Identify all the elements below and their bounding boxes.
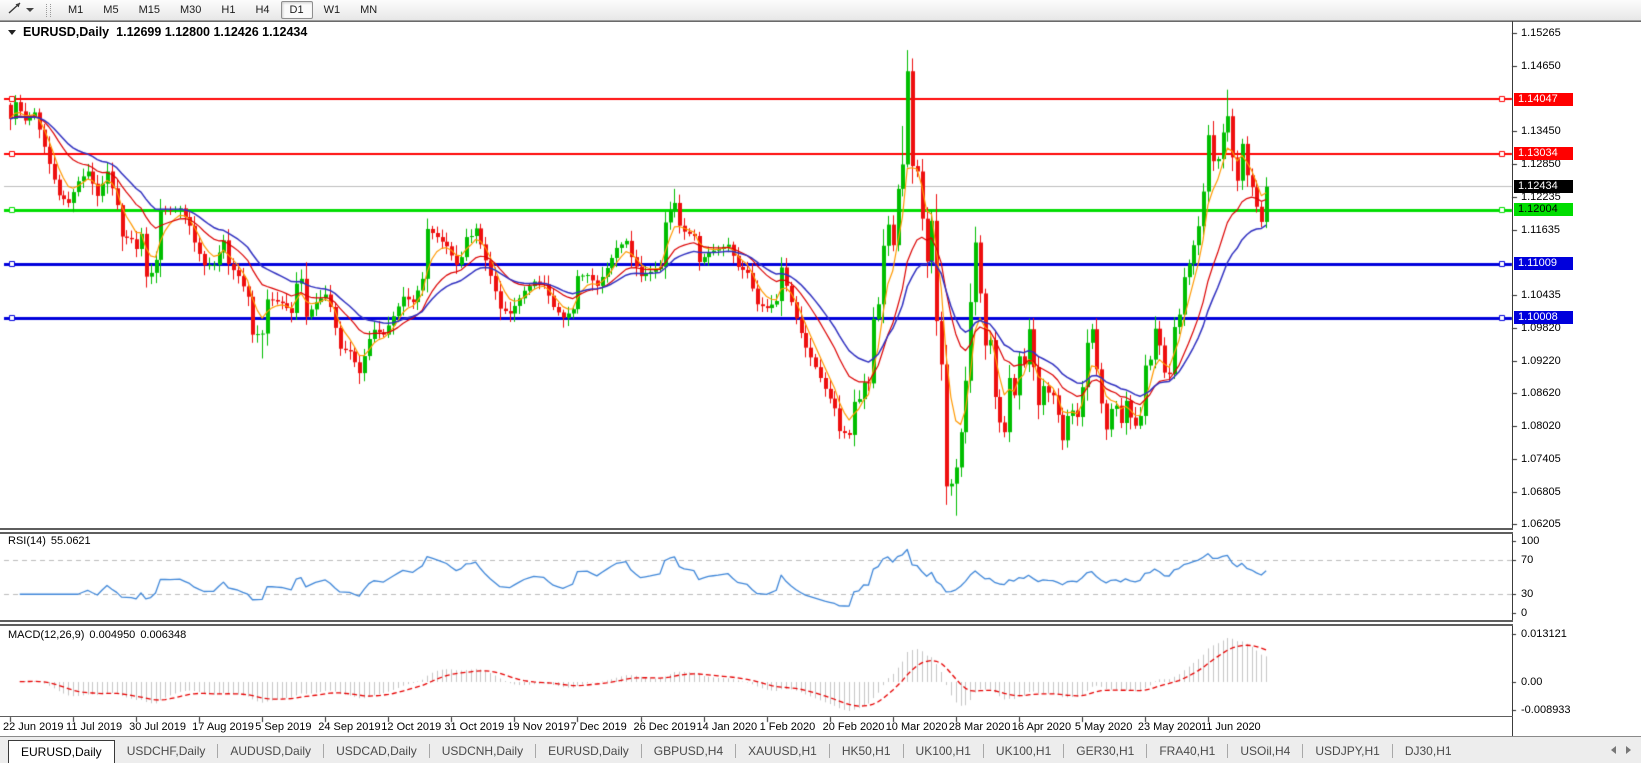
price-tick-label: 1.10435 xyxy=(1521,289,1561,301)
timeframe-button-m5[interactable]: M5 xyxy=(94,1,127,19)
chart-title-row: EURUSD,Daily 1.12699 1.12800 1.12426 1.1… xyxy=(8,25,307,39)
panel-divider-macd[interactable] xyxy=(0,620,1513,626)
price-badge-1.13034: 1.13034 xyxy=(1514,147,1573,160)
rsi-indicator-value: 55.0621 xyxy=(51,535,91,547)
time-axis-border xyxy=(0,716,1513,717)
timeframe-button-d1[interactable]: D1 xyxy=(281,1,313,19)
symbol-dropdown-icon[interactable] xyxy=(8,30,16,35)
date-label: 7 Dec 2019 xyxy=(570,721,626,733)
price-tick-label: 1.07405 xyxy=(1521,453,1561,465)
tab-scroll-right-icon[interactable] xyxy=(1626,746,1631,754)
tab-xauusd-h1[interactable]: XAUUSD,H1 xyxy=(736,741,829,762)
chart-surface[interactable] xyxy=(0,0,1641,763)
tab-eurusd-daily[interactable]: EURUSD,Daily xyxy=(536,741,641,762)
trendline-tool-icon xyxy=(7,1,23,20)
rsi-axis-label: 0 xyxy=(1521,607,1527,619)
date-label: 24 Sep 2019 xyxy=(318,721,380,733)
price-badge-1.10008: 1.10008 xyxy=(1514,311,1573,324)
trendline-tool-button[interactable] xyxy=(3,2,38,18)
price-tick-label: 1.12235 xyxy=(1521,191,1561,203)
trading-platform-window: M1M5M15M30H1H4D1W1MN EURUSD,Daily 1.1269… xyxy=(0,0,1641,763)
timeframe-button-m1[interactable]: M1 xyxy=(59,1,92,19)
timeframe-button-mn[interactable]: MN xyxy=(351,1,386,19)
macd-indicator-value-main: 0.004950 xyxy=(89,629,135,641)
price-badge-1.11009: 1.11009 xyxy=(1514,257,1573,270)
macd-indicator-name: MACD(12,26,9) xyxy=(8,629,84,641)
price-tick-label: 1.08020 xyxy=(1521,420,1561,432)
date-label: 20 Feb 2020 xyxy=(823,721,885,733)
price-tick-label: 1.14650 xyxy=(1521,60,1561,72)
chevron-down-icon xyxy=(26,8,34,12)
price-tick-label: 1.08620 xyxy=(1521,387,1561,399)
price-badge-1.14047: 1.14047 xyxy=(1514,93,1573,106)
price-tick-label: 1.13450 xyxy=(1521,125,1561,137)
date-label: 10 Mar 2020 xyxy=(886,721,948,733)
tab-gbpusd-h4[interactable]: GBPUSD,H4 xyxy=(642,741,735,762)
macd-axis-label: 0.00 xyxy=(1521,676,1542,688)
chart-tab-bar: EURUSD,DailyUSDCHF,DailyAUDUSD,DailyUSDC… xyxy=(0,736,1641,763)
timeframe-button-m30[interactable]: M30 xyxy=(171,1,210,19)
date-label: 30 Jul 2019 xyxy=(129,721,186,733)
date-label: 11 Jul 2019 xyxy=(66,721,122,733)
date-label: 5 Sep 2019 xyxy=(255,721,311,733)
price-axis-border xyxy=(1512,21,1513,736)
tab-hk50-h1[interactable]: HK50,H1 xyxy=(830,741,903,762)
chart-ohlc-quotes: 1.12699 1.12800 1.12426 1.12434 xyxy=(116,25,307,39)
price-tick-label: 1.06805 xyxy=(1521,486,1561,498)
panel-divider-rsi[interactable] xyxy=(0,528,1513,534)
price-tick-label: 1.09220 xyxy=(1521,355,1561,367)
date-label: 5 May 2020 xyxy=(1075,721,1132,733)
date-label: 17 Aug 2019 xyxy=(192,721,254,733)
date-label: 26 Dec 2019 xyxy=(634,721,696,733)
timeframe-button-h1[interactable]: H1 xyxy=(212,1,244,19)
date-label: 11 Jun 2020 xyxy=(1201,721,1261,733)
rsi-axis-label: 70 xyxy=(1521,554,1533,566)
chart-title[interactable]: EURUSD,Daily xyxy=(23,25,109,39)
tab-usdcad-daily[interactable]: USDCAD,Daily xyxy=(324,741,429,762)
rsi-label-row: RSI(14) 55.0621 xyxy=(8,535,91,547)
price-tick-label: 1.11635 xyxy=(1521,224,1560,236)
date-label: 28 Mar 2020 xyxy=(949,721,1011,733)
tab-uk100-h1[interactable]: UK100,H1 xyxy=(904,741,983,762)
tab-usoil-h4[interactable]: USOil,H4 xyxy=(1228,741,1302,762)
rsi-axis-label: 100 xyxy=(1521,535,1539,547)
date-label: 12 Oct 2019 xyxy=(381,721,441,733)
macd-indicator-value-signal: 0.006348 xyxy=(140,629,186,641)
date-label: 19 Nov 2019 xyxy=(507,721,569,733)
date-label: 14 Jan 2020 xyxy=(697,721,758,733)
current-price-badge: 1.12434 xyxy=(1514,180,1573,193)
timeframe-button-w1[interactable]: W1 xyxy=(315,1,350,19)
rsi-indicator-name: RSI(14) xyxy=(8,535,46,547)
tab-ger30-h1[interactable]: GER30,H1 xyxy=(1064,741,1146,762)
tab-audusd-daily[interactable]: AUDUSD,Daily xyxy=(218,741,323,762)
timeframe-button-h4[interactable]: H4 xyxy=(246,1,278,19)
macd-label-row: MACD(12,26,9) 0.004950 0.006348 xyxy=(8,629,186,641)
tab-uk100-h1[interactable]: UK100,H1 xyxy=(984,741,1063,762)
date-label: 23 May 2020 xyxy=(1138,721,1202,733)
macd-axis-label: -0.008933 xyxy=(1521,704,1571,716)
tab-usdcnh-daily[interactable]: USDCNH,Daily xyxy=(430,741,535,762)
rsi-axis-label: 30 xyxy=(1521,588,1533,600)
timeframe-buttons: M1M5M15M30H1H4D1W1MN xyxy=(58,1,387,19)
date-label: 16 Apr 2020 xyxy=(1012,721,1071,733)
tab-fra40-h1[interactable]: FRA40,H1 xyxy=(1147,741,1227,762)
price-tick-label: 1.15265 xyxy=(1521,27,1561,39)
date-label: 22 Jun 2019 xyxy=(3,721,64,733)
date-label: 31 Oct 2019 xyxy=(444,721,504,733)
tab-eurusd-daily-active[interactable]: EURUSD,Daily xyxy=(8,740,115,763)
date-label: 1 Feb 2020 xyxy=(760,721,816,733)
tab-scroll-buttons xyxy=(1611,746,1631,754)
price-badge-1.12004: 1.12004 xyxy=(1514,203,1573,216)
price-tick-label: 1.06205 xyxy=(1521,518,1561,530)
toolbar-grip xyxy=(46,4,51,17)
tab-dj30-h1[interactable]: DJ30,H1 xyxy=(1393,741,1464,762)
timeframe-toolbar: M1M5M15M30H1H4D1W1MN xyxy=(0,0,1641,21)
tab-usdjpy-h1[interactable]: USDJPY,H1 xyxy=(1303,741,1391,762)
tab-scroll-left-icon[interactable] xyxy=(1611,746,1616,754)
chart-tabs: EURUSD,DailyUSDCHF,DailyAUDUSD,DailyUSDC… xyxy=(2,740,1464,763)
timeframe-button-m15[interactable]: M15 xyxy=(130,1,169,19)
macd-axis-label: 0.013121 xyxy=(1521,628,1567,640)
tab-usdchf-daily[interactable]: USDCHF,Daily xyxy=(115,741,218,762)
